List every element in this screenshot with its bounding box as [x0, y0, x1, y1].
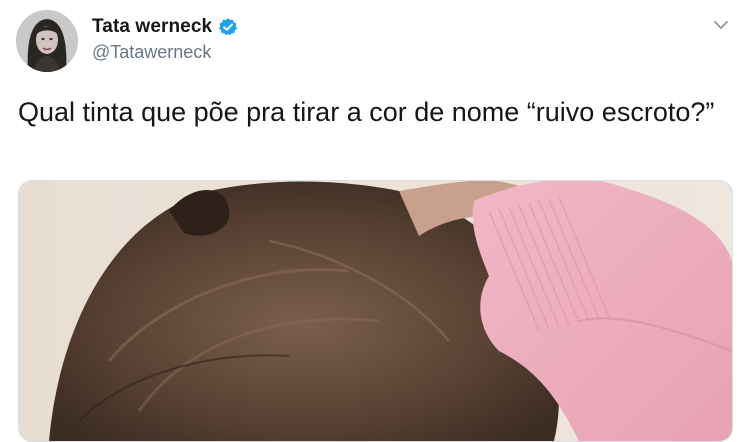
avatar-image	[16, 10, 78, 72]
display-name[interactable]: Tata werneck	[92, 16, 212, 38]
chevron-down-icon[interactable]	[712, 16, 730, 34]
photo-hair-image	[19, 181, 732, 441]
author-name-row: Tata werneck	[92, 16, 238, 38]
user-handle[interactable]: @Tatawerneck	[92, 42, 211, 63]
tweet-card: Tata werneck @Tatawerneck Qual tinta que…	[0, 0, 750, 442]
avatar[interactable]	[16, 10, 78, 72]
verified-badge-icon	[219, 18, 238, 36]
tweet-photo[interactable]	[18, 180, 733, 442]
tweet-text: Qual tinta que põe pra tirar a cor de no…	[18, 97, 715, 127]
